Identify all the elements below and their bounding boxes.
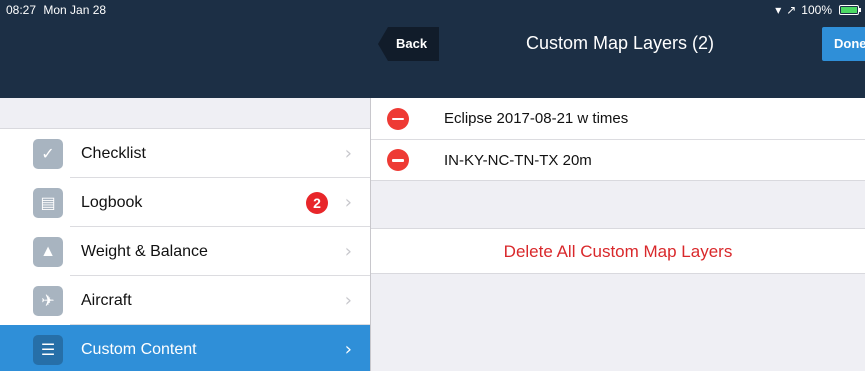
list-item[interactable]: Eclipse 2017-08-21 w times xyxy=(371,98,865,139)
document-icon: ☰ xyxy=(33,334,63,365)
sidebar: ✓ Checklist › ▤ Logbook 2 › ▲ Weight & B… xyxy=(0,98,370,371)
delete-minus-icon[interactable] xyxy=(387,107,409,130)
checklist-icon: ✓ xyxy=(33,138,63,169)
back-button[interactable]: Back xyxy=(378,27,440,61)
status-date: Mon Jan 28 xyxy=(43,3,107,17)
master-nav-area xyxy=(0,20,370,98)
chevron-right-icon: › xyxy=(344,241,352,262)
layer-name: Eclipse 2017-08-21 w times xyxy=(444,110,629,127)
layer-name: IN-KY-NC-TN-TX 20m xyxy=(444,151,592,169)
chevron-right-icon: › xyxy=(344,339,352,360)
delete-all-layers-button[interactable]: Delete All Custom Map Layers xyxy=(371,228,865,274)
status-clock: 08:27 xyxy=(6,3,37,17)
status-time: 08:27 Mon Jan 28 xyxy=(6,3,106,17)
sidebar-item-label: Custom Content xyxy=(81,340,197,358)
sidebar-item-weight-balance[interactable]: ▲ Weight & Balance › xyxy=(0,227,370,276)
sidebar-list: ✓ Checklist › ▤ Logbook 2 › ▲ Weight & B… xyxy=(0,128,370,371)
status-bar: 08:27 Mon Jan 28 ▾ ↗ 100% xyxy=(0,0,865,20)
chevron-right-icon: › xyxy=(344,192,352,213)
status-indicators: ▾ ↗ 100% xyxy=(775,3,861,17)
detail-pane: Eclipse 2017-08-21 w times IN-KY-NC-TN-T… xyxy=(371,98,865,371)
list-item[interactable]: IN-KY-NC-TN-TX 20m xyxy=(371,139,865,180)
airplane-icon: ✈ xyxy=(33,285,63,316)
sidebar-item-label: Weight & Balance xyxy=(81,242,208,260)
sidebar-item-aircraft[interactable]: ✈ Aircraft › xyxy=(0,276,370,325)
wifi-icon: ▾ xyxy=(775,3,782,17)
battery-percent: 100% xyxy=(801,3,832,17)
custom-map-layer-list: Eclipse 2017-08-21 w times IN-KY-NC-TN-T… xyxy=(371,98,865,181)
battery-level-fill xyxy=(841,7,857,13)
location-arrow-icon: ↗ xyxy=(786,3,797,17)
battery-icon xyxy=(839,5,861,15)
done-button[interactable]: Done xyxy=(822,27,865,61)
sidebar-item-label: Logbook xyxy=(81,193,143,211)
sidebar-item-label: Aircraft xyxy=(81,291,132,309)
sidebar-item-label: Checklist xyxy=(81,144,146,162)
chevron-right-icon: › xyxy=(344,290,352,311)
weight-icon: ▲ xyxy=(33,236,63,267)
sidebar-item-checklist[interactable]: ✓ Checklist › xyxy=(0,129,370,178)
chevron-right-icon: › xyxy=(344,143,352,164)
notification-badge: 2 xyxy=(306,191,328,214)
delete-minus-icon[interactable] xyxy=(387,149,409,171)
logbook-icon: ▤ xyxy=(33,187,63,218)
sidebar-item-logbook[interactable]: ▤ Logbook 2 › xyxy=(0,178,370,227)
page-title: Custom Map Layers (2) xyxy=(525,33,715,53)
sidebar-item-custom-content[interactable]: ☰ Custom Content › xyxy=(0,325,370,371)
